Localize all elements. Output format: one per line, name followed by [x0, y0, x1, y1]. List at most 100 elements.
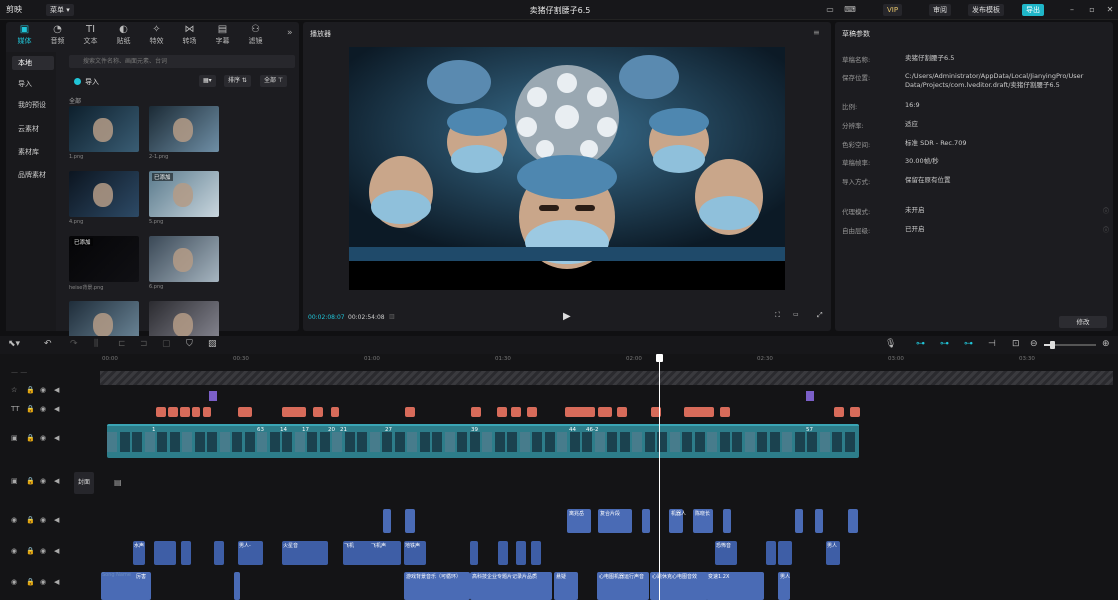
more-tabs-icon[interactable]: » — [287, 28, 293, 38]
vip-button[interactable]: VIP — [883, 4, 903, 16]
sticker-clip[interactable] — [511, 407, 521, 417]
mute-icon[interactable]: ◀ — [54, 405, 59, 413]
sort-button[interactable]: 排序 ⇅ — [224, 75, 251, 87]
sticker-clip[interactable] — [497, 407, 507, 417]
audio-clip[interactable] — [848, 509, 858, 533]
sidebar-item-presets[interactable]: 我的预设 — [12, 98, 54, 112]
redo-icon[interactable]: ↷ — [70, 339, 78, 349]
mute-icon[interactable]: ◀ — [54, 578, 59, 586]
sticker-clip[interactable] — [331, 407, 339, 417]
preview-axis-icon[interactable]: ⊡ — [1012, 339, 1020, 349]
playhead-handle[interactable] — [656, 354, 663, 362]
media-thumbnail[interactable]: 已添加 — [149, 171, 219, 217]
zoom-slider[interactable] — [1044, 341, 1096, 349]
media-thumbnail[interactable] — [69, 106, 139, 152]
lock-icon[interactable]: 🔒 — [26, 516, 35, 524]
edit-button[interactable]: 修改 — [1059, 316, 1107, 328]
media-thumbnail[interactable] — [69, 171, 139, 217]
filter-button[interactable]: 全部 ⊤ — [260, 75, 288, 87]
audio-clip[interactable] — [498, 541, 508, 565]
audio-clip[interactable] — [516, 541, 526, 565]
visibility-icon[interactable]: ◉ — [40, 516, 46, 524]
audio-clip[interactable] — [815, 509, 823, 533]
mute-icon[interactable]: ◀ — [54, 477, 59, 485]
tab-2[interactable]: TI 文本 — [74, 24, 107, 46]
waveform-icon[interactable]: ▥ — [389, 313, 395, 320]
audio-clip[interactable] — [795, 509, 803, 533]
time-ruler[interactable]: 00:00 00:30 01:00 01:30 02:00 02:30 03:00 03:30 — [100, 354, 1114, 366]
visibility-icon[interactable]: ◉ — [40, 434, 46, 442]
media-thumbnail[interactable]: 已添加 — [69, 236, 139, 282]
playhead[interactable] — [659, 354, 660, 600]
audio-clip[interactable] — [234, 572, 240, 600]
split-icon[interactable]: ⫼ — [94, 339, 98, 349]
audio-clip[interactable] — [723, 509, 731, 533]
play-button[interactable]: ▶ — [563, 311, 571, 322]
tab-5[interactable]: ⋈ 转场 — [173, 24, 206, 46]
menu-button[interactable]: 菜单 ▾ — [46, 4, 74, 16]
proxy-help-icon[interactable]: ⓘ — [1103, 206, 1109, 215]
sticker-clip[interactable] — [180, 407, 190, 417]
visibility-icon[interactable]: ◉ — [40, 405, 46, 413]
sidebar-item-brand[interactable]: 品牌素材 — [12, 168, 54, 182]
audio-clip[interactable] — [154, 541, 176, 565]
keyboard-icon[interactable]: ⌨ — [844, 4, 856, 16]
undo-icon[interactable]: ↶ — [44, 339, 52, 349]
mute-icon[interactable]: ◀ — [54, 434, 59, 442]
cover-button[interactable]: 封面 — [74, 472, 94, 494]
magnet-icon[interactable]: ⊶ — [940, 339, 949, 349]
tab-7[interactable]: ⚇ 滤镜 — [239, 24, 272, 46]
sticker-clip[interactable] — [684, 407, 714, 417]
visibility-icon[interactable]: ◉ — [40, 578, 46, 586]
layer-help-icon[interactable]: ⓘ — [1103, 225, 1109, 234]
media-thumbnail[interactable] — [149, 106, 219, 152]
delete-icon[interactable]: ▢ — [162, 339, 171, 349]
visibility-icon[interactable]: ◉ — [40, 386, 46, 394]
layout-icon[interactable]: ▭ — [824, 4, 836, 16]
audio-clip[interactable] — [766, 541, 776, 565]
select-tool-icon[interactable]: ⬉▾ — [8, 339, 20, 349]
sticker-clip[interactable] — [617, 407, 627, 417]
minimize-icon[interactable]: – — [1066, 4, 1078, 16]
maximize-icon[interactable]: ▫ — [1086, 4, 1098, 16]
sticker-clip[interactable] — [850, 407, 860, 417]
effect-clip[interactable] — [806, 391, 814, 401]
video-preview[interactable] — [349, 47, 785, 290]
sticker-clip[interactable] — [598, 407, 612, 417]
lock-icon[interactable]: 🔒 — [26, 477, 35, 485]
audio-clip[interactable] — [531, 541, 541, 565]
image-icon[interactable]: ▨ — [208, 339, 217, 349]
mute-icon[interactable]: ◀ — [54, 386, 59, 394]
video-track-clips[interactable] — [107, 424, 859, 458]
lock-icon[interactable]: 🔒 — [26, 386, 35, 394]
import-button[interactable]: 导入 — [74, 77, 99, 87]
lock-icon[interactable]: 🔒 — [26, 578, 35, 586]
mic-icon[interactable]: 🎙 — [885, 339, 896, 349]
publish-template-button[interactable]: 发布模板 — [968, 4, 1004, 16]
sticker-clip[interactable] — [282, 407, 306, 417]
review-button[interactable]: 审阅 — [929, 4, 951, 16]
audio-clip[interactable] — [253, 541, 263, 565]
split-right-icon[interactable]: ⊐ — [140, 339, 148, 349]
visibility-icon[interactable]: ◉ — [40, 547, 46, 555]
marker-icon[interactable]: ⛉ — [186, 339, 193, 349]
sticker-clip[interactable] — [720, 407, 730, 417]
export-button[interactable]: 导出 — [1022, 4, 1044, 16]
sticker-clip[interactable] — [405, 407, 415, 417]
view-toggle-icon[interactable]: ▦▾ — [199, 75, 216, 87]
media-thumbnail[interactable] — [149, 236, 219, 282]
lock-icon[interactable]: 🔒 — [26, 547, 35, 555]
sticker-clip[interactable] — [565, 407, 595, 417]
link-icon[interactable]: ⊶ — [916, 339, 925, 349]
audio-clip[interactable] — [214, 541, 224, 565]
empty-track-placeholder[interactable] — [100, 371, 1113, 385]
audio-clip[interactable] — [778, 541, 792, 565]
sticker-clip[interactable] — [834, 407, 844, 417]
tab-6[interactable]: ▤ 字幕 — [206, 24, 239, 46]
sidebar-item-cloud[interactable]: 云素材 — [12, 122, 54, 136]
sidebar-item-library[interactable]: 素材库 — [12, 145, 54, 159]
zoom-out-icon[interactable]: ⊖ — [1030, 339, 1038, 349]
player-menu-icon[interactable]: ≡ — [813, 28, 820, 37]
media-search-input[interactable]: 搜索文件名称、画面元素、台词 — [69, 55, 295, 68]
audio-clip[interactable] — [470, 541, 478, 565]
